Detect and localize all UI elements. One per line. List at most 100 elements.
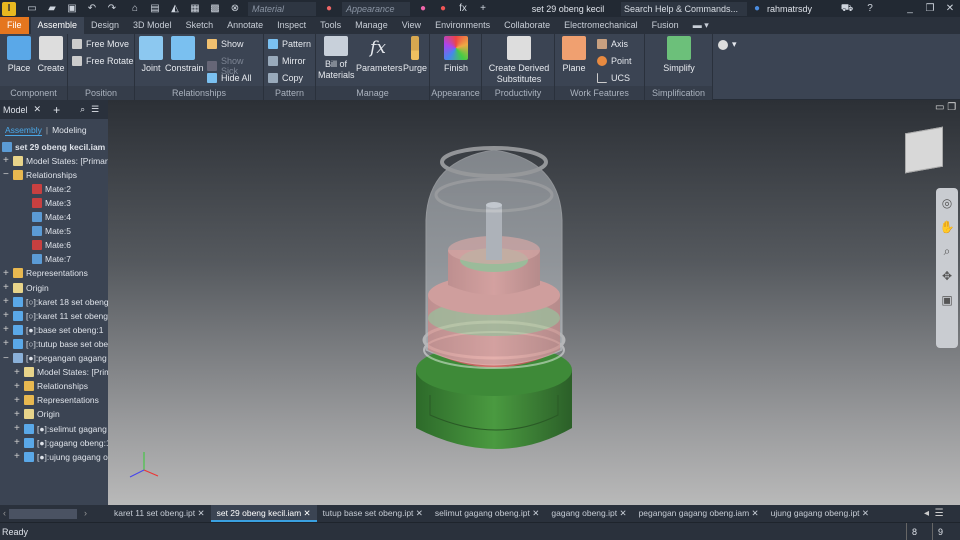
user-name[interactable]: rahmatrsdy: [767, 4, 837, 14]
tab-menu-icon[interactable]: ◂ ☰: [924, 505, 944, 522]
adjust-appearance-icon[interactable]: ●: [416, 3, 430, 15]
document-tab[interactable]: gagang obeng.ipt ✕: [545, 505, 632, 522]
panel-label[interactable]: Position: [68, 86, 134, 100]
tab-more-icon[interactable]: ▬ ▾: [686, 17, 716, 34]
ucs-button[interactable]: UCS: [597, 73, 630, 83]
free-rotate-button[interactable]: Free Rotate: [72, 56, 134, 66]
expand-toggle[interactable]: +: [3, 155, 10, 166]
panel-label[interactable]: Pattern: [264, 86, 315, 100]
panel-label[interactable]: Simplification: [645, 86, 712, 100]
search-input[interactable]: Search Help & Commands...: [621, 1, 747, 16]
tree-node[interactable]: Mate:6: [22, 239, 71, 252]
plane-button[interactable]: Plane: [559, 36, 589, 74]
model-render[interactable]: [108, 100, 960, 505]
measure-icon[interactable]: ◭: [168, 3, 182, 15]
close-tab-icon[interactable]: ✕: [413, 508, 423, 518]
panel-label[interactable]: Relationships: [135, 86, 263, 100]
parameters-button[interactable]: fx Parameters: [356, 36, 403, 74]
ilogic-icon[interactable]: ▩: [208, 3, 222, 15]
tab-design[interactable]: Design: [84, 17, 126, 34]
ball-icon[interactable]: ⊗: [228, 3, 242, 15]
tab-3d-model[interactable]: 3D Model: [126, 17, 179, 34]
update-icon[interactable]: ▤: [148, 3, 162, 15]
open-icon[interactable]: ▰: [45, 3, 59, 15]
panel-label[interactable]: Component: [0, 86, 67, 100]
menu-icon[interactable]: ☰: [91, 104, 99, 115]
undo-icon[interactable]: ↶: [85, 3, 99, 15]
tree-node[interactable]: − [●]:pegangan gagang o: [3, 352, 114, 365]
ribbon-options-button[interactable]: ▾: [718, 39, 737, 50]
look-at-icon[interactable]: ▣: [941, 293, 952, 307]
tree-node[interactable]: Mate:4: [22, 211, 71, 224]
mirror-button[interactable]: Mirror: [268, 56, 306, 66]
document-tab[interactable]: pegangan gagang obeng.iam ✕: [633, 505, 765, 522]
expand-toggle[interactable]: +: [3, 324, 10, 335]
tree-node[interactable]: + Relationships: [14, 380, 88, 393]
expand-toggle[interactable]: +: [14, 423, 21, 434]
clear-appearance-icon[interactable]: ●: [436, 3, 450, 15]
fx-icon[interactable]: fx: [456, 3, 470, 15]
new-icon[interactable]: ▭: [25, 3, 39, 15]
tab-scroll[interactable]: ‹ ›: [0, 505, 108, 522]
constrain-button[interactable]: Constrain: [165, 36, 204, 74]
tree-node[interactable]: + Model States: [Prima: [14, 366, 116, 379]
tab-sketch[interactable]: Sketch: [179, 17, 221, 34]
document-tab[interactable]: ujung gagang obeng.ipt ✕: [765, 505, 875, 522]
expand-toggle[interactable]: +: [14, 395, 21, 406]
orbit-icon[interactable]: ✥: [942, 269, 952, 283]
tree-node[interactable]: + [○]:karet 11 set obeng:: [3, 309, 110, 322]
tree-node[interactable]: + Representations: [14, 394, 99, 407]
tree-node[interactable]: + [●]:gagang obeng:1: [14, 436, 111, 449]
tab-tools[interactable]: Tools: [313, 17, 348, 34]
document-tab[interactable]: selimut gagang obeng.ipt ✕: [429, 505, 545, 522]
tab-view[interactable]: View: [395, 17, 428, 34]
expand-toggle[interactable]: +: [14, 451, 21, 462]
panel-label[interactable]: Manage: [316, 86, 429, 100]
tree-node[interactable]: Mate:3: [22, 196, 71, 209]
tab-fusion[interactable]: Fusion: [645, 17, 686, 34]
show-button[interactable]: Show: [207, 39, 244, 49]
expand-toggle[interactable]: −: [3, 353, 10, 364]
document-tab[interactable]: set 29 obeng kecil.iam ✕: [210, 505, 317, 522]
zoom-icon[interactable]: ⌕: [944, 244, 951, 259]
tree-node[interactable]: + [○]:karet 18 set obeng:: [3, 295, 111, 308]
maximize-viewport-icon[interactable]: ▭ ❐: [935, 102, 956, 113]
home-icon[interactable]: ⌂: [128, 3, 142, 15]
expand-toggle[interactable]: +: [3, 296, 10, 307]
expand-toggle[interactable]: +: [3, 338, 10, 349]
pan-icon[interactable]: ✋: [940, 220, 955, 234]
close-button[interactable]: ✕: [943, 3, 957, 15]
joint-button[interactable]: Joint: [138, 36, 164, 74]
tree-node[interactable]: + [○]:tutup base set oben: [3, 337, 113, 350]
tree-node[interactable]: + Representations: [3, 267, 88, 280]
close-tab-icon[interactable]: ✕: [530, 508, 539, 518]
restore-button[interactable]: ❐: [923, 3, 937, 15]
tree-node[interactable]: Mate:2: [22, 182, 71, 195]
pattern-button[interactable]: Pattern: [268, 39, 311, 49]
tree-node[interactable]: + Model States: [Primary]: [3, 154, 114, 167]
expand-toggle[interactable]: +: [14, 437, 21, 448]
tab-manage[interactable]: Manage: [348, 17, 395, 34]
close-tab-icon[interactable]: ✕: [195, 508, 204, 518]
close-tab-icon[interactable]: ✕: [617, 508, 626, 518]
tab-assemble[interactable]: Assemble: [30, 17, 85, 34]
3d-viewport[interactable]: ▭ ❐ ◎ ✋ ⌕ ✥ ▣: [108, 100, 960, 505]
bill-of-materials-button[interactable]: Bill of Materials: [318, 36, 355, 81]
expand-toggle[interactable]: +: [14, 367, 21, 378]
tree-node[interactable]: + Origin: [14, 408, 60, 421]
place-button[interactable]: Place: [4, 36, 34, 74]
tree-node[interactable]: + [●]:selimut gagang o: [14, 422, 114, 435]
viewcube[interactable]: [905, 126, 943, 174]
material-select[interactable]: Material: [248, 1, 316, 16]
finish-button[interactable]: Finish: [440, 36, 472, 74]
mode-assembly[interactable]: Assembly: [5, 125, 42, 136]
expand-toggle[interactable]: +: [3, 282, 10, 293]
close-tab-icon[interactable]: ✕: [301, 508, 311, 518]
tab-model[interactable]: Model: [3, 105, 28, 115]
expand-toggle[interactable]: +: [3, 310, 10, 321]
purge-button[interactable]: Purge: [401, 36, 429, 74]
tree-node[interactable]: set 29 obeng kecil.iam: [2, 140, 105, 153]
axis-button[interactable]: Axis: [597, 39, 628, 49]
add-tab-icon[interactable]: +: [53, 103, 60, 117]
expand-toggle[interactable]: +: [14, 381, 21, 392]
